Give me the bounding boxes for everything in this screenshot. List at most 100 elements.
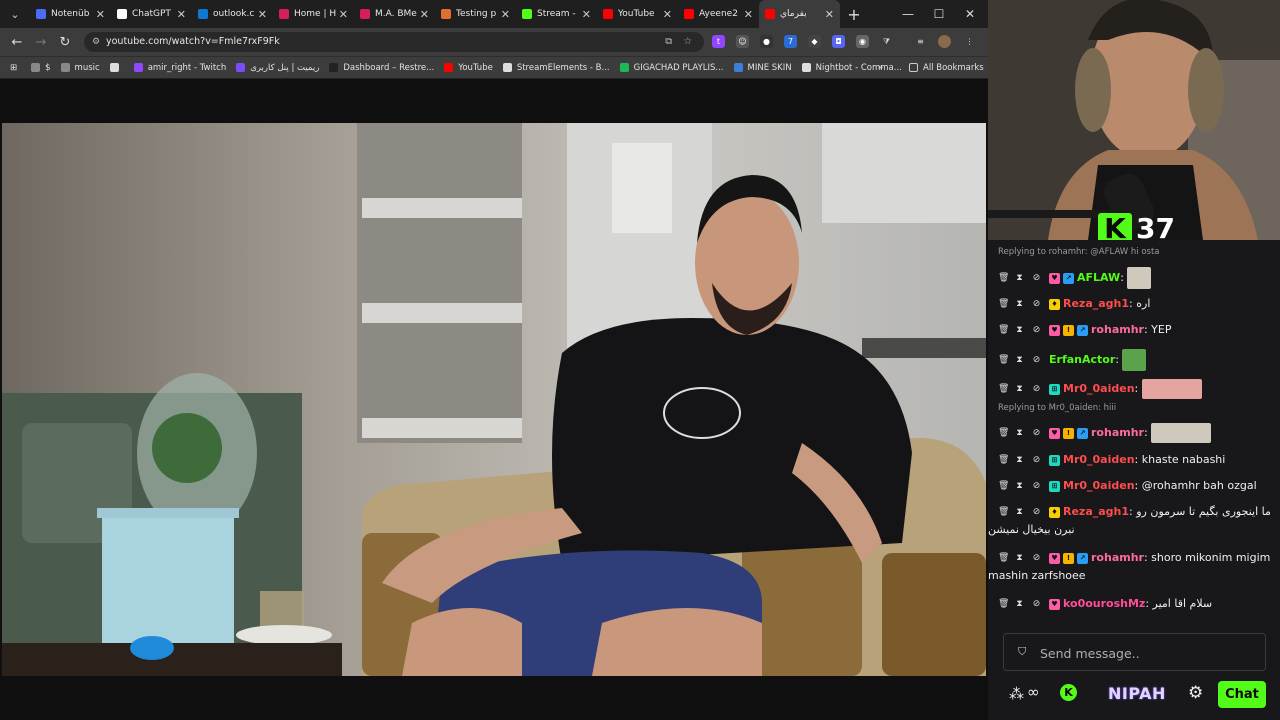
bookmark-item[interactable]: YouTube <box>444 63 493 73</box>
tab-close-icon[interactable]: ✕ <box>501 8 510 21</box>
extension-face-icon[interactable]: ☺ <box>736 35 749 48</box>
timeout-icon[interactable]: ⧗ <box>1015 481 1024 491</box>
browser-tab[interactable]: ChatGPT ✕ <box>111 0 192 28</box>
tab-close-icon[interactable]: ✕ <box>825 8 834 21</box>
minimize-icon[interactable]: — <box>893 0 923 28</box>
timeout-icon[interactable]: ⧗ <box>1015 553 1024 563</box>
delete-icon[interactable]: 🗑 <box>998 553 1009 563</box>
browser-tab[interactable]: YouTube ✕ <box>597 0 678 28</box>
chat-message[interactable]: 🗑 ⧗ ⊘ ♦ Reza_agh1: اره <box>998 297 1274 311</box>
delete-icon[interactable]: 🗑 <box>998 599 1009 609</box>
browser-tab[interactable]: outlook.c ✕ <box>192 0 273 28</box>
ban-icon[interactable]: ⊘ <box>1032 384 1041 394</box>
browser-tab[interactable]: Testing p ✕ <box>435 0 516 28</box>
new-tab-button[interactable]: + <box>840 5 868 24</box>
chat-message[interactable]: 🗑 ⧗ ⊘ ⊞ Mr0_0aiden: khaste nabashi <box>998 453 1274 467</box>
extension-7tv-icon[interactable]: 7 <box>784 35 797 48</box>
kick-emote-icon[interactable]: K <box>1060 684 1077 701</box>
tab-close-icon[interactable]: ✕ <box>339 8 348 21</box>
extensions-puzzle-icon[interactable]: ⧩ <box>880 35 893 48</box>
extension-ghost-icon[interactable]: ◉ <box>856 35 869 48</box>
timeout-icon[interactable]: ⧗ <box>1015 384 1024 394</box>
chat-message[interactable]: 🗑 ⧗ ⊘ ♥! ↗ rohamhr: YEP <box>998 323 1274 337</box>
bookmark-item[interactable]: amir_right - Twitch <box>133 63 226 73</box>
delete-icon[interactable]: 🗑 <box>998 355 1009 365</box>
chat-message[interactable]: 🗑 ⧗ ⊘ ♥! ↗ rohamhr: shoro mikonim migim mashin… <box>988 551 1274 583</box>
ban-icon[interactable]: ⊘ <box>1032 599 1041 609</box>
extension-discord-icon[interactable]: ◘ <box>832 35 845 48</box>
delete-icon[interactable]: 🗑 <box>998 481 1009 491</box>
forward-icon[interactable]: → <box>29 35 53 50</box>
chat-username[interactable]: Mr0_0aiden <box>1063 382 1135 395</box>
chat-username[interactable]: rohamhr <box>1091 426 1144 439</box>
browser-tab[interactable]: بفرماي ✕ <box>759 0 840 28</box>
bookmark-star-icon[interactable]: ☆ <box>683 32 692 52</box>
browser-tab[interactable]: M.A. BMe ✕ <box>354 0 435 28</box>
chat-username[interactable]: AFLAW <box>1077 271 1120 284</box>
reading-list-icon[interactable]: ≡ <box>914 35 927 48</box>
all-bookmarks-folder[interactable]: All Bookmarks <box>909 63 984 73</box>
delete-icon[interactable]: 🗑 <box>998 384 1009 394</box>
chat-message[interactable]: 🗑 ⧗ ⊘ ♥ ↗ AFLAW: <box>998 267 1274 289</box>
chat-input-box[interactable]: ⛉ <box>1003 633 1266 671</box>
ban-icon[interactable]: ⊘ <box>1032 325 1041 335</box>
bookmark-item[interactable]: MINE SKIN <box>733 63 792 73</box>
ban-icon[interactable]: ⊘ <box>1032 507 1041 517</box>
ban-icon[interactable]: ⊘ <box>1032 355 1041 365</box>
chat-username[interactable]: Reza_agh1 <box>1063 505 1129 518</box>
ban-icon[interactable]: ⊘ <box>1032 553 1041 563</box>
chat-message[interactable]: 🗑 ⧗ ⊘ ⊞ Mr0_0aiden: @rohamhr bah ozgal <box>998 479 1274 493</box>
chat-message[interactable]: 🗑 ⧗ ⊘ ⊞ Mr0_0aiden: <box>998 379 1274 399</box>
reload-icon[interactable]: ↻ <box>53 35 77 50</box>
delete-icon[interactable]: 🗑 <box>998 325 1009 335</box>
settings-gear-icon[interactable]: ⚙ <box>1188 683 1203 703</box>
delete-icon[interactable]: 🗑 <box>998 455 1009 465</box>
send-chat-button[interactable]: Chat <box>1218 681 1266 708</box>
bookmark-item[interactable]: GIGACHAD PLAYLIS... <box>619 63 724 73</box>
bookmark-item[interactable] <box>109 63 124 73</box>
maximize-icon[interactable]: ☐ <box>924 0 954 28</box>
ban-icon[interactable]: ⊘ <box>1032 428 1041 438</box>
chat-message[interactable]: 🗑 ⧗ ⊘ ErfanActor: <box>998 349 1274 371</box>
reply-context[interactable]: Replying to Mr0_0aiden: hiii <box>998 403 1116 413</box>
extension-ublock-icon[interactable]: ● <box>760 35 773 48</box>
tab-close-icon[interactable]: ✕ <box>258 8 267 21</box>
tab-search-icon[interactable]: ⌄ <box>0 8 30 21</box>
browser-tab[interactable]: Stream - ✕ <box>516 0 597 28</box>
ban-icon[interactable]: ⊘ <box>1032 455 1041 465</box>
browser-tab[interactable]: Ayeene2 ✕ <box>678 0 759 28</box>
timeout-icon[interactable]: ⧗ <box>1015 507 1024 517</box>
back-icon[interactable]: ← <box>5 35 29 50</box>
emote-menu-icon[interactable]: ⁂ <box>1009 685 1024 703</box>
apps-grid-icon[interactable]: ⊞ <box>10 63 17 73</box>
nipah-extension-button[interactable]: NIPAH <box>1108 684 1166 703</box>
timeout-icon[interactable]: ⧗ <box>1015 299 1024 309</box>
chat-username[interactable]: Reza_agh1 <box>1063 297 1129 310</box>
delete-icon[interactable]: 🗑 <box>998 428 1009 438</box>
tab-close-icon[interactable]: ✕ <box>177 8 186 21</box>
bookmark-item[interactable]: $ <box>31 63 51 73</box>
bookmark-item[interactable]: StreamElements - B... <box>502 63 610 73</box>
chat-username[interactable]: Mr0_0aiden <box>1063 479 1135 492</box>
infinity-icon[interactable]: ∞ <box>1027 683 1040 701</box>
chat-message[interactable]: 🗑 ⧗ ⊘ ♦ Reza_agh1: ما اینجوری بگیم تا سرمون … <box>988 505 1274 537</box>
bookmark-item[interactable]: Dashboard – Restre... <box>329 63 434 73</box>
extension-twitch-icon[interactable]: t <box>712 35 725 48</box>
reply-context[interactable]: Replying to rohamhr: @AFLAW hi osta <box>998 247 1160 257</box>
close-window-icon[interactable]: ✕ <box>955 0 985 28</box>
tab-close-icon[interactable]: ✕ <box>744 8 753 21</box>
delete-icon[interactable]: 🗑 <box>998 507 1009 517</box>
bookmark-item[interactable]: Nightbot - Comma... <box>801 63 902 73</box>
chat-username[interactable]: ko0ouroshMz <box>1063 597 1145 610</box>
timeout-icon[interactable]: ⧗ <box>1015 455 1024 465</box>
bookmark-item[interactable]: music <box>60 63 100 73</box>
chat-message[interactable]: 🗑 ⧗ ⊘ ♥ ko0ouroshMz: سلام اقا امیر <box>998 597 1274 611</box>
extension-diamond-icon[interactable]: ◆ <box>808 35 821 48</box>
ban-icon[interactable]: ⊘ <box>1032 273 1041 283</box>
delete-icon[interactable]: 🗑 <box>998 273 1009 283</box>
chat-username[interactable]: rohamhr <box>1091 323 1144 336</box>
browser-tab[interactable]: Notenüb ✕ <box>30 0 111 28</box>
timeout-icon[interactable]: ⧗ <box>1015 428 1024 438</box>
chat-username[interactable]: rohamhr <box>1091 551 1144 564</box>
site-info-icon[interactable]: ⚙ <box>92 32 100 52</box>
